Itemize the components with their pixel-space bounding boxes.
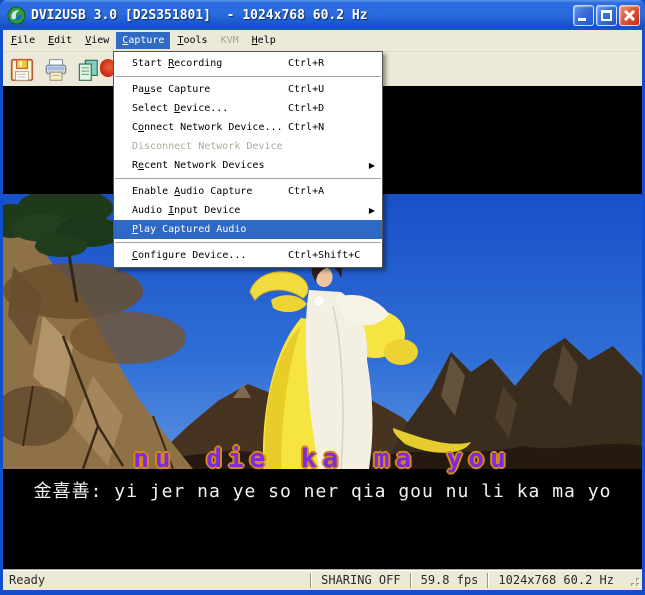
capture-menu: Start Recording Ctrl+R Pause Capture Ctr…: [113, 51, 383, 268]
print-icon: [43, 57, 69, 83]
submenu-arrow-icon: ▶: [369, 201, 375, 220]
menu-item-recent-network-devices[interactable]: Recent Network Devices ▶: [114, 156, 382, 175]
menu-item-select-device[interactable]: Select Device... Ctrl+D: [114, 99, 382, 118]
menu-item-help[interactable]: Help: [246, 32, 282, 49]
copy-button[interactable]: [73, 56, 103, 84]
status-bar: Ready SHARING OFF 59.8 fps 1024x768 60.2…: [3, 569, 642, 590]
menu-separator: [115, 76, 381, 77]
app-logo-icon: [7, 6, 26, 25]
menu-item-start-recording[interactable]: Start Recording Ctrl+R: [114, 54, 382, 73]
status-resolution: 1024x768 60.2 Hz: [489, 573, 623, 587]
menu-bar: File Edit View Capture Tools KVM Help: [3, 30, 642, 52]
karaoke-line-2: 金喜善: yi jer na ye so ner qia gou nu li k…: [3, 477, 642, 503]
menu-item-connect-network-device[interactable]: Connect Network Device... Ctrl+N: [114, 118, 382, 137]
menu-item-configure-device[interactable]: Configure Device... Ctrl+Shift+C: [114, 246, 382, 265]
app-window: DVI2USB 3.0 [D2S351801] - 1024x768 60.2 …: [0, 0, 645, 595]
menu-item-audio-input-device[interactable]: Audio Input Device ▶: [114, 201, 382, 220]
menu-item-edit[interactable]: Edit: [42, 32, 78, 49]
save-button[interactable]: [7, 56, 37, 84]
resize-grip[interactable]: [625, 572, 641, 588]
menu-item-disconnect-network-device: Disconnect Network Device: [114, 137, 382, 156]
status-sharing: SHARING OFF: [312, 573, 409, 587]
status-fps: 59.8 fps: [412, 573, 488, 587]
menu-item-play-captured-audio[interactable]: Play Captured Audio: [114, 220, 382, 239]
copy-icon: [75, 57, 101, 83]
save-icon: [9, 57, 35, 83]
minimize-button[interactable]: [573, 5, 594, 26]
menu-item-pause-capture[interactable]: Pause Capture Ctrl+U: [114, 80, 382, 99]
menu-item-view[interactable]: View: [79, 32, 115, 49]
maximize-icon: [601, 10, 612, 21]
menu-separator: [115, 242, 381, 243]
maximize-button[interactable]: [596, 5, 617, 26]
menu-item-enable-audio-capture[interactable]: Enable Audio Capture Ctrl+A: [114, 182, 382, 201]
menu-item-file[interactable]: File: [5, 32, 41, 49]
menu-item-capture[interactable]: Capture: [116, 32, 170, 49]
close-button[interactable]: [619, 5, 640, 26]
menu-item-kvm: KVM: [215, 32, 245, 49]
print-button[interactable]: [41, 56, 71, 84]
submenu-arrow-icon: ▶: [369, 156, 375, 175]
karaoke-line-1: nu die ka ma you: [3, 444, 642, 474]
status-ready: Ready: [3, 573, 310, 587]
menu-item-tools[interactable]: Tools: [171, 32, 213, 49]
minimize-icon: [578, 18, 586, 21]
title-bar[interactable]: DVI2USB 3.0 [D2S351801] - 1024x768 60.2 …: [0, 0, 645, 30]
window-title: DVI2USB 3.0 [D2S351801] - 1024x768 60.2 …: [31, 8, 368, 23]
menu-separator: [115, 178, 381, 179]
